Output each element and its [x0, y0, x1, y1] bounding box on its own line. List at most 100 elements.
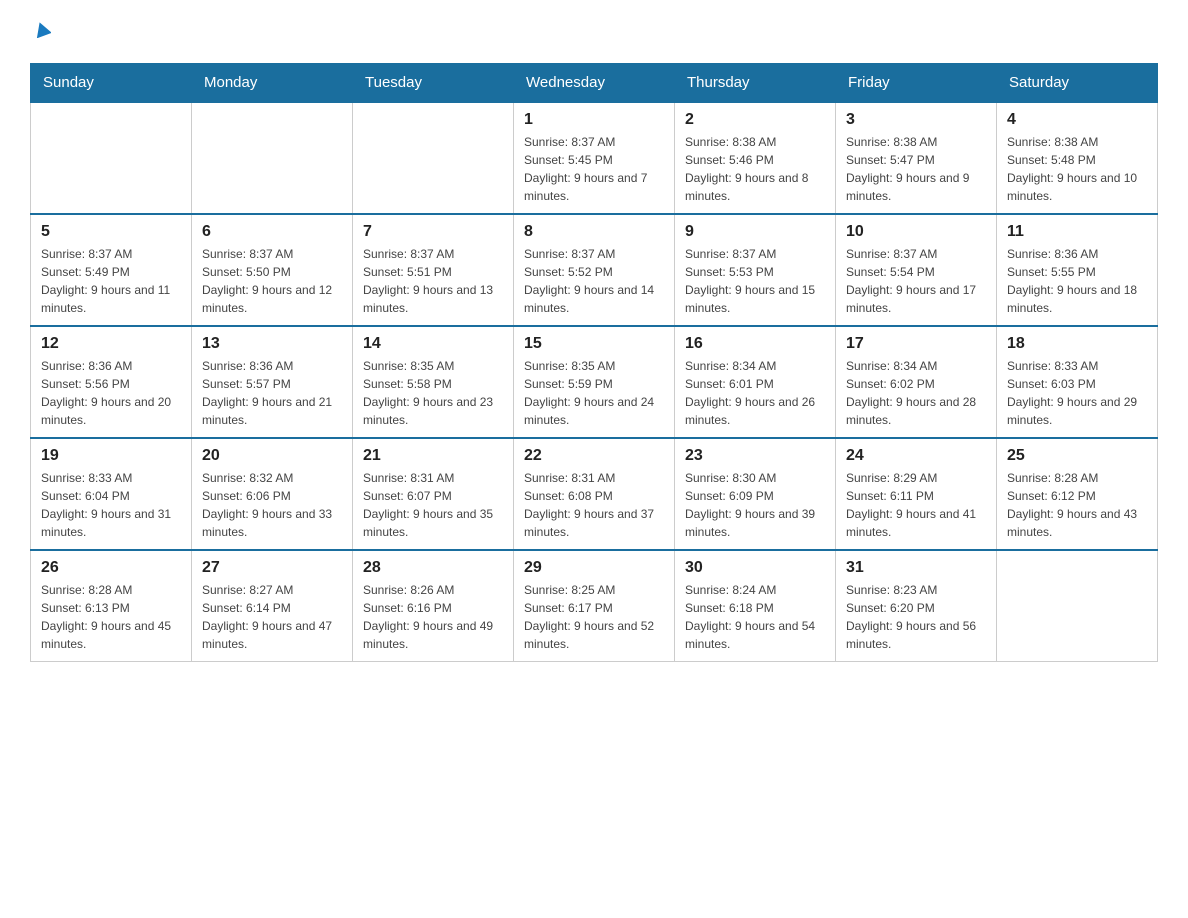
- day-number: 17: [846, 335, 986, 353]
- day-info: Sunrise: 8:35 AM Sunset: 5:59 PM Dayligh…: [524, 357, 664, 429]
- day-number: 7: [363, 223, 503, 241]
- day-number: 23: [685, 447, 825, 465]
- calendar-cell: 25 Sunrise: 8:28 AM Sunset: 6:12 PM Dayli…: [997, 438, 1158, 550]
- col-saturday: Saturday: [997, 64, 1158, 103]
- calendar-week-4: 19 Sunrise: 8:33 AM Sunset: 6:04 PM Dayli…: [31, 438, 1158, 550]
- page-header: [30, 20, 1158, 43]
- day-number: 8: [524, 223, 664, 241]
- day-number: 6: [202, 223, 342, 241]
- calendar-cell: 15 Sunrise: 8:35 AM Sunset: 5:59 PM Dayli…: [514, 326, 675, 438]
- day-info: Sunrise: 8:36 AM Sunset: 5:56 PM Dayligh…: [41, 357, 181, 429]
- col-friday: Friday: [836, 64, 997, 103]
- calendar-cell: 2 Sunrise: 8:38 AM Sunset: 5:46 PM Daylig…: [675, 102, 836, 214]
- calendar-cell: 29 Sunrise: 8:25 AM Sunset: 6:17 PM Dayli…: [514, 550, 675, 662]
- day-info: Sunrise: 8:31 AM Sunset: 6:07 PM Dayligh…: [363, 469, 503, 541]
- calendar-cell: [192, 102, 353, 214]
- calendar-cell: 20Sunrise: 8:32 AM Sunset: 6:06 PM Dayli…: [192, 438, 353, 550]
- day-info: Sunrise: 8:37 AM Sunset: 5:53 PM Dayligh…: [685, 245, 825, 317]
- calendar-cell: 17 Sunrise: 8:34 AM Sunset: 6:02 PM Dayli…: [836, 326, 997, 438]
- day-number: 4: [1007, 111, 1147, 129]
- calendar-cell: [353, 102, 514, 214]
- calendar-header: Sunday Monday Tuesday Wednesday Thursday…: [31, 64, 1158, 103]
- day-info: Sunrise: 8:38 AM Sunset: 5:48 PM Dayligh…: [1007, 133, 1147, 205]
- calendar-cell: 31Sunrise: 8:23 AM Sunset: 6:20 PM Dayli…: [836, 550, 997, 662]
- calendar-cell: 22 Sunrise: 8:31 AM Sunset: 6:08 PM Dayli…: [514, 438, 675, 550]
- day-info: Sunrise: 8:31 AM Sunset: 6:08 PM Dayligh…: [524, 469, 664, 541]
- calendar-cell: 13 Sunrise: 8:36 AM Sunset: 5:57 PM Dayli…: [192, 326, 353, 438]
- day-number: 12: [41, 335, 181, 353]
- calendar-cell: 1Sunrise: 8:37 AM Sunset: 5:45 PM Daylig…: [514, 102, 675, 214]
- day-number: 29: [524, 559, 664, 577]
- day-info: Sunrise: 8:37 AM Sunset: 5:45 PM Dayligh…: [524, 133, 664, 205]
- day-info: Sunrise: 8:37 AM Sunset: 5:51 PM Dayligh…: [363, 245, 503, 317]
- calendar-cell: [997, 550, 1158, 662]
- day-info: Sunrise: 8:23 AM Sunset: 6:20 PM Dayligh…: [846, 581, 986, 653]
- day-info: Sunrise: 8:34 AM Sunset: 6:01 PM Dayligh…: [685, 357, 825, 429]
- day-number: 20: [202, 447, 342, 465]
- day-number: 19: [41, 447, 181, 465]
- col-tuesday: Tuesday: [353, 64, 514, 103]
- col-wednesday: Wednesday: [514, 64, 675, 103]
- day-info: Sunrise: 8:25 AM Sunset: 6:17 PM Dayligh…: [524, 581, 664, 653]
- day-number: 9: [685, 223, 825, 241]
- calendar-cell: 30 Sunrise: 8:24 AM Sunset: 6:18 PM Dayli…: [675, 550, 836, 662]
- day-info: Sunrise: 8:36 AM Sunset: 5:57 PM Dayligh…: [202, 357, 342, 429]
- day-info: Sunrise: 8:28 AM Sunset: 6:12 PM Dayligh…: [1007, 469, 1147, 541]
- day-info: Sunrise: 8:26 AM Sunset: 6:16 PM Dayligh…: [363, 581, 503, 653]
- calendar-body: 1Sunrise: 8:37 AM Sunset: 5:45 PM Daylig…: [31, 102, 1158, 662]
- calendar-cell: 14Sunrise: 8:35 AM Sunset: 5:58 PM Dayli…: [353, 326, 514, 438]
- day-number: 30: [685, 559, 825, 577]
- day-number: 25: [1007, 447, 1147, 465]
- calendar-cell: 8 Sunrise: 8:37 AM Sunset: 5:52 PM Daylig…: [514, 214, 675, 326]
- day-number: 2: [685, 111, 825, 129]
- day-info: Sunrise: 8:37 AM Sunset: 5:54 PM Dayligh…: [846, 245, 986, 317]
- day-number: 3: [846, 111, 986, 129]
- logo: [30, 20, 51, 43]
- calendar-cell: 26Sunrise: 8:28 AM Sunset: 6:13 PM Dayli…: [31, 550, 192, 662]
- calendar-cell: 19 Sunrise: 8:33 AM Sunset: 6:04 PM Dayli…: [31, 438, 192, 550]
- day-info: Sunrise: 8:38 AM Sunset: 5:46 PM Dayligh…: [685, 133, 825, 205]
- calendar-cell: 18Sunrise: 8:33 AM Sunset: 6:03 PM Dayli…: [997, 326, 1158, 438]
- calendar-cell: 23 Sunrise: 8:30 AM Sunset: 6:09 PM Dayli…: [675, 438, 836, 550]
- calendar-cell: [31, 102, 192, 214]
- header-row: Sunday Monday Tuesday Wednesday Thursday…: [31, 64, 1158, 103]
- calendar-cell: 3Sunrise: 8:38 AM Sunset: 5:47 PM Daylig…: [836, 102, 997, 214]
- day-number: 11: [1007, 223, 1147, 241]
- col-thursday: Thursday: [675, 64, 836, 103]
- day-info: Sunrise: 8:37 AM Sunset: 5:52 PM Dayligh…: [524, 245, 664, 317]
- calendar-cell: 27 Sunrise: 8:27 AM Sunset: 6:14 PM Dayli…: [192, 550, 353, 662]
- day-number: 5: [41, 223, 181, 241]
- calendar-cell: 16 Sunrise: 8:34 AM Sunset: 6:01 PM Dayli…: [675, 326, 836, 438]
- calendar-cell: 6Sunrise: 8:37 AM Sunset: 5:50 PM Daylig…: [192, 214, 353, 326]
- day-info: Sunrise: 8:30 AM Sunset: 6:09 PM Dayligh…: [685, 469, 825, 541]
- day-number: 21: [363, 447, 503, 465]
- day-number: 15: [524, 335, 664, 353]
- col-sunday: Sunday: [31, 64, 192, 103]
- calendar-week-3: 12 Sunrise: 8:36 AM Sunset: 5:56 PM Dayli…: [31, 326, 1158, 438]
- day-number: 13: [202, 335, 342, 353]
- day-info: Sunrise: 8:35 AM Sunset: 5:58 PM Dayligh…: [363, 357, 503, 429]
- calendar-cell: 21 Sunrise: 8:31 AM Sunset: 6:07 PM Dayli…: [353, 438, 514, 550]
- calendar-cell: 24 Sunrise: 8:29 AM Sunset: 6:11 PM Dayli…: [836, 438, 997, 550]
- day-number: 24: [846, 447, 986, 465]
- day-info: Sunrise: 8:29 AM Sunset: 6:11 PM Dayligh…: [846, 469, 986, 541]
- calendar-cell: 7 Sunrise: 8:37 AM Sunset: 5:51 PM Daylig…: [353, 214, 514, 326]
- calendar-cell: 12 Sunrise: 8:36 AM Sunset: 5:56 PM Dayli…: [31, 326, 192, 438]
- calendar-cell: 28Sunrise: 8:26 AM Sunset: 6:16 PM Dayli…: [353, 550, 514, 662]
- col-monday: Monday: [192, 64, 353, 103]
- day-info: Sunrise: 8:37 AM Sunset: 5:49 PM Dayligh…: [41, 245, 181, 317]
- day-number: 27: [202, 559, 342, 577]
- calendar-week-2: 5 Sunrise: 8:37 AM Sunset: 5:49 PM Daylig…: [31, 214, 1158, 326]
- day-info: Sunrise: 8:28 AM Sunset: 6:13 PM Dayligh…: [41, 581, 181, 653]
- day-info: Sunrise: 8:33 AM Sunset: 6:04 PM Dayligh…: [41, 469, 181, 541]
- calendar-week-1: 1Sunrise: 8:37 AM Sunset: 5:45 PM Daylig…: [31, 102, 1158, 214]
- day-info: Sunrise: 8:24 AM Sunset: 6:18 PM Dayligh…: [685, 581, 825, 653]
- logo-triangle-icon: [33, 20, 51, 43]
- day-number: 22: [524, 447, 664, 465]
- day-number: 16: [685, 335, 825, 353]
- calendar-cell: 10 Sunrise: 8:37 AM Sunset: 5:54 PM Dayli…: [836, 214, 997, 326]
- calendar-cell: 9 Sunrise: 8:37 AM Sunset: 5:53 PM Daylig…: [675, 214, 836, 326]
- day-info: Sunrise: 8:34 AM Sunset: 6:02 PM Dayligh…: [846, 357, 986, 429]
- day-info: Sunrise: 8:27 AM Sunset: 6:14 PM Dayligh…: [202, 581, 342, 653]
- day-number: 10: [846, 223, 986, 241]
